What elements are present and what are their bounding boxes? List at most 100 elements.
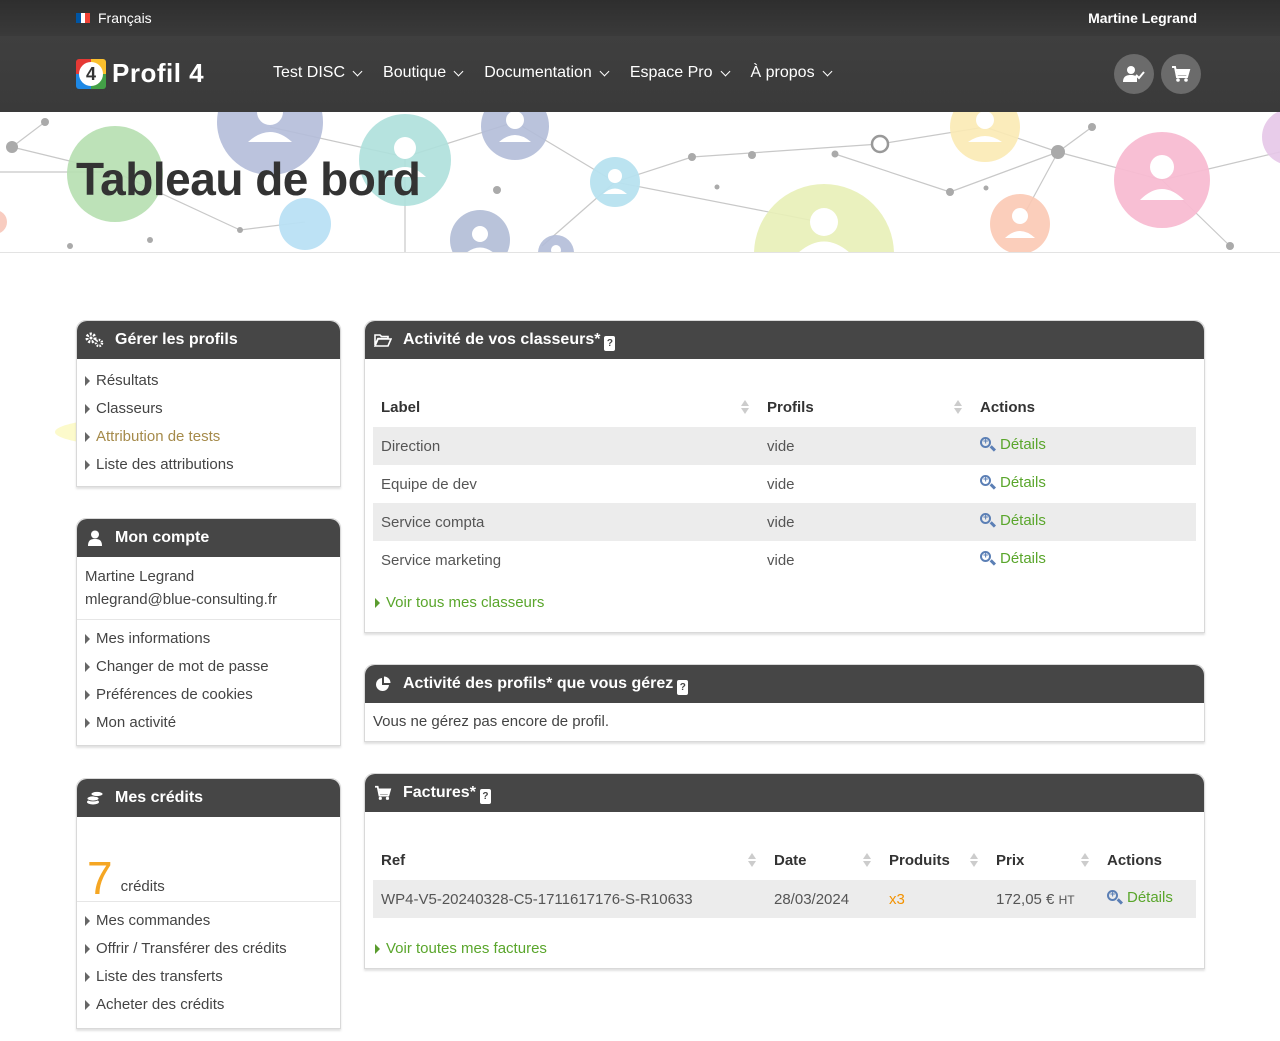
chevron-down-icon bbox=[599, 66, 610, 76]
cart-button[interactable] bbox=[1161, 54, 1201, 94]
menu-label: Test DISC bbox=[273, 64, 346, 81]
column-header-products[interactable]: Produits bbox=[881, 840, 988, 880]
details-label: Détails bbox=[1000, 550, 1046, 567]
sort-icon[interactable] bbox=[863, 853, 871, 869]
panel-title-text: Activité de vos classeurs* bbox=[403, 331, 601, 348]
column-header-label[interactable]: Label bbox=[373, 387, 759, 427]
link-offrir-transferer[interactable]: Offrir / Transférer des crédits bbox=[85, 935, 340, 963]
user-name[interactable]: Martine Legrand bbox=[1088, 10, 1197, 26]
table-row: Equipe de dev vide Détails bbox=[373, 465, 1196, 503]
column-header-ref[interactable]: Ref bbox=[373, 840, 766, 880]
panel-header: Mon compte bbox=[77, 519, 340, 557]
binder-label: Service compta bbox=[373, 503, 759, 541]
binders-activity-panel: Activité de vos classeurs*? Label Profil… bbox=[364, 320, 1205, 633]
link-resultats[interactable]: Résultats bbox=[85, 367, 340, 395]
panel-header: Gérer les profils bbox=[77, 321, 340, 359]
link-changer-mot-de-passe[interactable]: Changer de mot de passe bbox=[85, 653, 340, 681]
logo[interactable]: 4 Profil 4 bbox=[76, 58, 204, 89]
link-label: Liste des attributions bbox=[96, 456, 234, 473]
link-label: Attribution de tests bbox=[96, 428, 221, 445]
caret-right-icon bbox=[85, 432, 90, 442]
details-label: Détails bbox=[1000, 474, 1046, 491]
details-link[interactable]: Détails bbox=[980, 436, 1046, 453]
column-label: Label bbox=[381, 398, 421, 416]
menu-boutique[interactable]: Boutique bbox=[383, 64, 464, 82]
panel-title: Mon compte bbox=[115, 529, 210, 546]
menu-test-disc[interactable]: Test DISC bbox=[273, 64, 363, 82]
caret-right-icon bbox=[85, 634, 90, 644]
credits-unit: crédits bbox=[120, 878, 165, 895]
link-label: Liste des transferts bbox=[96, 968, 223, 985]
details-link[interactable]: Détails bbox=[980, 512, 1046, 529]
caret-right-icon bbox=[85, 944, 90, 954]
link-liste-des-attributions[interactable]: Liste des attributions bbox=[85, 451, 340, 479]
table-row: Service marketing vide Détails bbox=[373, 541, 1196, 579]
main-menu: Test DISC Boutique Documentation Espace … bbox=[273, 64, 853, 82]
chevron-down-icon bbox=[822, 66, 833, 76]
sort-icon[interactable] bbox=[748, 853, 756, 869]
link-label: Voir toutes mes factures bbox=[386, 940, 547, 957]
details-link[interactable]: Détails bbox=[980, 474, 1046, 491]
see-all-binders-link[interactable]: Voir tous mes classeurs bbox=[365, 594, 1204, 611]
caret-right-icon bbox=[85, 690, 90, 700]
menu-documentation[interactable]: Documentation bbox=[484, 64, 610, 82]
link-preferences-cookies[interactable]: Préférences de cookies bbox=[85, 681, 340, 709]
link-label: Mes commandes bbox=[96, 912, 211, 929]
binder-label: Equipe de dev bbox=[381, 475, 477, 493]
details-link[interactable]: Détails bbox=[1107, 889, 1173, 906]
chevron-down-icon bbox=[453, 66, 464, 76]
manage-profiles-panel: Gérer les profils Résultats Classeurs At… bbox=[76, 320, 341, 487]
zoom-in-icon bbox=[980, 436, 997, 452]
link-mes-informations[interactable]: Mes informations bbox=[85, 625, 340, 653]
binder-label: Service marketing bbox=[381, 551, 502, 569]
sort-icon[interactable] bbox=[1081, 853, 1089, 869]
link-mes-commandes[interactable]: Mes commandes bbox=[85, 907, 340, 935]
link-label: Changer de mot de passe bbox=[96, 658, 269, 675]
page-banner: Tableau de bord bbox=[0, 112, 1280, 253]
link-liste-transferts[interactable]: Liste des transferts bbox=[85, 963, 340, 991]
details-label: Détails bbox=[1000, 512, 1046, 529]
account-email: mlegrand@blue-consulting.fr bbox=[85, 591, 277, 608]
menu-a-propos[interactable]: À propos bbox=[750, 64, 833, 82]
cart-icon bbox=[373, 784, 393, 802]
menu-espace-pro[interactable]: Espace Pro bbox=[630, 64, 730, 82]
binder-label: Direction bbox=[373, 427, 759, 465]
menu-label: Documentation bbox=[484, 64, 592, 81]
account-button[interactable] bbox=[1114, 54, 1154, 94]
lock-icon: ? bbox=[479, 789, 491, 804]
panel-title: Gérer les profils bbox=[115, 331, 238, 348]
column-header-price[interactable]: Prix bbox=[988, 840, 1099, 880]
invoice-products[interactable]: x3 bbox=[881, 880, 988, 918]
column-label: Prix bbox=[996, 851, 1025, 869]
menu-label: Boutique bbox=[383, 64, 447, 81]
column-header-actions: Actions bbox=[1099, 840, 1196, 880]
caret-right-icon bbox=[375, 597, 380, 608]
details-link[interactable]: Détails bbox=[980, 550, 1046, 567]
column-label: Profils bbox=[767, 398, 814, 416]
top-bar: Français Martine Legrand bbox=[0, 0, 1280, 36]
column-header-profiles[interactable]: Profils bbox=[759, 387, 972, 427]
sort-icon[interactable] bbox=[741, 400, 749, 416]
column-label: Date bbox=[774, 851, 807, 869]
price-suffix: HT bbox=[1058, 892, 1075, 907]
sort-icon[interactable] bbox=[954, 400, 962, 416]
sort-icon[interactable] bbox=[970, 853, 978, 869]
link-attribution-de-tests[interactable]: Attribution de tests bbox=[85, 423, 340, 451]
caret-right-icon bbox=[85, 404, 90, 414]
link-acheter-credits[interactable]: Acheter des crédits bbox=[85, 991, 340, 1019]
lock-icon: ? bbox=[604, 336, 616, 351]
panel-title: Mes crédits bbox=[115, 789, 204, 806]
language-selector[interactable]: Français bbox=[76, 10, 152, 26]
invoice-date: 28/03/2024 bbox=[766, 880, 881, 918]
my-credits-panel: Mes crédits 7 crédits Mes commandes Offr… bbox=[76, 778, 341, 1029]
zoom-in-icon bbox=[1107, 889, 1124, 905]
link-mon-activite[interactable]: Mon activité bbox=[85, 709, 340, 737]
caret-right-icon bbox=[85, 460, 90, 470]
zoom-in-icon bbox=[980, 474, 997, 490]
menu-label: À propos bbox=[750, 64, 815, 81]
link-classeurs[interactable]: Classeurs bbox=[85, 395, 340, 423]
invoices-panel: Factures*? Ref Date Produits Prix Action… bbox=[364, 773, 1205, 969]
language-label[interactable]: Français bbox=[98, 10, 152, 26]
see-all-invoices-link[interactable]: Voir toutes mes factures bbox=[365, 940, 1204, 957]
column-header-date[interactable]: Date bbox=[766, 840, 881, 880]
